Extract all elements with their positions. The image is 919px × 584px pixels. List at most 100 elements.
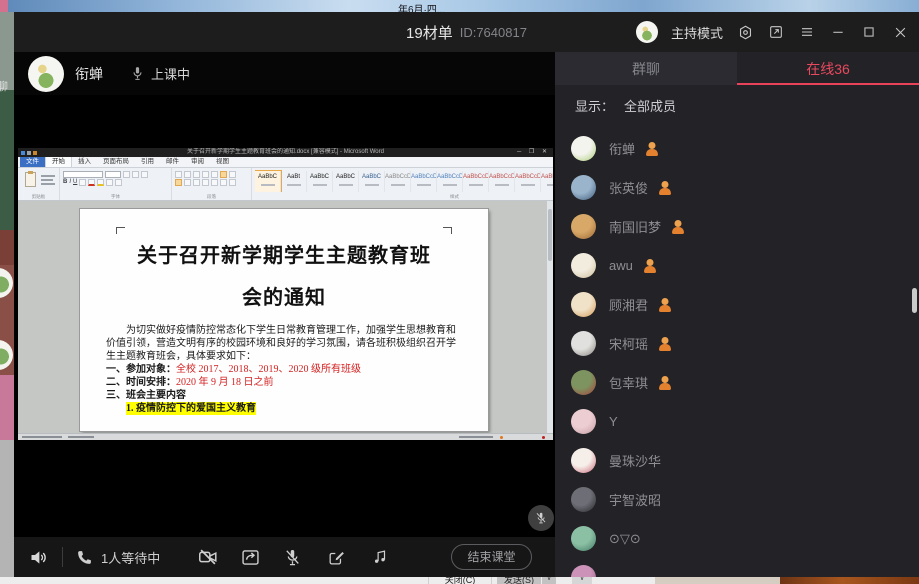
style-gallery-item: AaBt (281, 171, 307, 192)
user-avatar[interactable] (636, 21, 658, 43)
menu-icon[interactable] (798, 23, 816, 41)
minimize-icon[interactable] (829, 23, 847, 41)
member-row[interactable]: 宇智波昭 (555, 480, 919, 519)
status-dot (500, 436, 503, 439)
style-gallery-item: AaBbC (307, 171, 333, 192)
word-style-gallery: AaBbCAaBtAaBbCAaBbCAaBbCAaBbCcDAaBbCcDAa… (255, 170, 553, 192)
member-onstage-person-icon (672, 220, 684, 234)
camera-off-button[interactable] (197, 546, 219, 568)
control-bar: 1人等待中 结束课堂 (14, 537, 555, 577)
member-name: awu (609, 258, 633, 273)
member-row[interactable]: 南国旧梦 (555, 207, 919, 246)
mic-off-button[interactable] (283, 548, 302, 567)
background-chat-strip: 聊 (0, 12, 14, 577)
member-avatar (571, 487, 596, 512)
divider (62, 547, 63, 567)
background-chevron[interactable]: ∨ (572, 577, 592, 584)
member-row[interactable]: 曼珠沙华 (555, 441, 919, 480)
host-mode-label[interactable]: 主持模式 (671, 23, 723, 42)
member-name: 张英俊 (609, 178, 648, 197)
word-window-controls: ─ ❐ ✕ (517, 148, 550, 157)
background-send-dropdown[interactable]: ∨ (542, 577, 556, 584)
filter-value[interactable]: 全部成员 (624, 96, 676, 115)
member-name: 宋柯瑶 (609, 334, 648, 353)
background-photo (0, 230, 14, 265)
document-title-line1: 关于召开新学期学生主题教育班 (106, 243, 462, 269)
background-photo (0, 440, 14, 577)
end-class-button[interactable]: 结束课堂 (451, 544, 532, 570)
member-onstage-person-icon (644, 259, 656, 273)
word-tab: 文件 (20, 156, 45, 167)
desktop: 年6月·四... 聊 关闭(C) 发送(S) ∨ ∨ 19材单 ID:76408… (0, 0, 919, 584)
member-row[interactable]: 衔蝉 (555, 129, 919, 168)
settings-hexagon-icon[interactable] (736, 23, 754, 41)
ribbon-group-paragraph: 段落 (172, 168, 252, 200)
style-gallery-item: AaBbCcD (385, 171, 411, 192)
phone-button[interactable] (76, 549, 93, 566)
maximize-icon[interactable] (860, 23, 878, 41)
style-gallery-item: AaBbC (333, 171, 359, 192)
document-paragraph: 为切实做好疫情防控常态化下学生日常教育管理工作，加强学生思想教育和价值引领，营造… (106, 324, 462, 363)
document-item1: 一、参加对象：全校 2017、2018、2019、2020 级所有班级 (106, 363, 462, 376)
popout-icon[interactable] (767, 23, 785, 41)
background-send-button[interactable]: 发送(S) (497, 577, 541, 584)
word-titlebar: 关于召开新学期学生主题教育班会的通知.docx [兼容模式] - Microso… (18, 148, 553, 157)
tab-group-chat[interactable]: 群聊 (555, 52, 737, 85)
member-name: Y (609, 414, 618, 429)
music-button[interactable] (371, 548, 389, 566)
classroom-app-window: 19材单 ID:7640817 主持模式 (14, 12, 919, 577)
word-document-area: 关于召开新学期学生主题教育班 会的通知 为切实做好疫情防控常态化下学生日常教育管… (18, 201, 553, 433)
style-gallery-item: AaBbCcD (541, 171, 553, 192)
background-chat-bottom-strip: 关闭(C) 发送(S) ∨ ∨ (0, 577, 919, 584)
member-avatar (571, 448, 596, 473)
member-name: 南国旧梦 (609, 217, 661, 236)
member-name: 顾湘君 (609, 295, 648, 314)
background-photo (780, 577, 919, 584)
word-tab: 页面布局 (97, 156, 135, 167)
app-titlebar: 19材单 ID:7640817 主持模式 (14, 12, 919, 52)
member-avatar (571, 370, 596, 395)
word-tab: 引用 (135, 156, 160, 167)
style-gallery-item: AaBbCcD (515, 171, 541, 192)
ribbon-group-styles: AaBbCAaBtAaBbCAaBbCAaBbCAaBbCcDAaBbCcDAa… (252, 168, 553, 200)
style-gallery-item: AaBbCcD (463, 171, 489, 192)
sidebar-tabs: 群聊 在线36 (555, 52, 919, 85)
member-row[interactable]: awu (555, 246, 919, 285)
whiteboard-edit-button[interactable] (327, 548, 346, 567)
filter-label: 显示： (575, 96, 614, 115)
waiting-count-label: 1人等待中 (101, 548, 160, 567)
room-name: 19材单 (406, 22, 453, 43)
document-item3: 三、班会主要内容 (106, 389, 462, 402)
background-photo (655, 577, 780, 584)
member-row[interactable]: Y (555, 402, 919, 441)
speaker-button[interactable] (28, 547, 49, 568)
margin-crop-mark (116, 227, 125, 234)
word-ribbon: 剪贴板 B I U (18, 168, 553, 201)
tab-online-members[interactable]: 在线36 (737, 52, 919, 85)
member-name: 宇智波昭 (609, 490, 661, 509)
member-row[interactable]: 张英俊 (555, 168, 919, 207)
document-title-line2: 会的通知 (106, 285, 462, 311)
background-close-button[interactable]: 关闭(C) (428, 577, 492, 584)
word-tab: 插入 (72, 156, 97, 167)
member-name: 曼珠沙华 (609, 451, 661, 470)
member-row[interactable] (555, 558, 919, 577)
member-row[interactable]: 包幸琪 (555, 363, 919, 402)
member-list-scrollbar[interactable] (912, 288, 917, 313)
word-title-text: 关于召开新学期学生主题教育班会的通知.docx [兼容模式] - Microso… (18, 148, 553, 157)
document-item2: 二、时间安排：2020 年 9 月 18 日之前 (106, 376, 462, 389)
member-row[interactable]: ⊙▽⊙ (555, 519, 919, 558)
background-photo (0, 375, 14, 440)
member-row[interactable]: 顾湘君 (555, 285, 919, 324)
member-name: 包幸琪 (609, 373, 648, 392)
sidebar: 群聊 在线36 显示： 全部成员 衔蝉张英俊南国旧梦 awu 顾湘君宋柯瑶包幸琪 Y 曼… (555, 52, 919, 577)
member-row[interactable]: 宋柯瑶 (555, 324, 919, 363)
member-avatar (571, 526, 596, 551)
close-icon[interactable] (891, 23, 909, 41)
word-tab: 视图 (210, 156, 235, 167)
member-filter-row[interactable]: 显示： 全部成员 (555, 85, 919, 125)
status-dot (542, 436, 545, 439)
screen-share-button[interactable] (240, 547, 261, 568)
room-id: ID:7640817 (460, 25, 527, 40)
member-onstage-person-icon (659, 181, 671, 195)
